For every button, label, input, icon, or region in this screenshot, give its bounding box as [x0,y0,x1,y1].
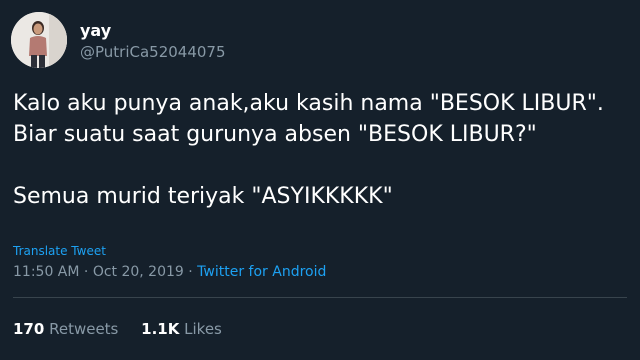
tweet-card: yay @PutriCa52044075 Kalo aku punya anak… [0,0,640,360]
tweet-time[interactable]: 11:50 AM [13,264,79,280]
meta-separator: · [83,264,89,280]
tweet-metadata: 11:50 AM · Oct 20, 2019 · Twitter for An… [13,262,326,282]
user-handle[interactable]: @PutriCa52044075 [80,42,226,62]
likes-label: Likes [184,320,222,338]
tweet-line-3: Semua murid teriyak "ASYIKKKKK" [13,184,393,209]
retweets-count: 170 [13,320,45,338]
divider [13,297,627,298]
retweets-label: Retweets [49,320,119,338]
user-photo-icon [11,12,67,68]
tweet-line-1: Kalo aku punya anak,aku kasih nama "BESO… [13,91,604,116]
tweet-text: Kalo aku punya anak,aku kasih nama "BESO… [13,88,628,212]
display-name[interactable]: yay [80,21,111,41]
likes-count: 1.1K [141,320,180,338]
tweet-date[interactable]: Oct 20, 2019 [93,264,184,280]
translate-tweet-link[interactable]: Translate Tweet [13,243,106,259]
tweet-line-2: Biar suatu saat gurunya absen "BESOK LIB… [13,122,537,147]
retweets-stat[interactable]: 170 Retweets [13,319,118,339]
tweet-source-link[interactable]: Twitter for Android [197,264,326,280]
avatar[interactable] [11,12,67,68]
engagement-stats: 170 Retweets 1.1K Likes [13,319,240,339]
meta-separator: · [188,264,193,280]
likes-stat[interactable]: 1.1K Likes [141,319,222,339]
